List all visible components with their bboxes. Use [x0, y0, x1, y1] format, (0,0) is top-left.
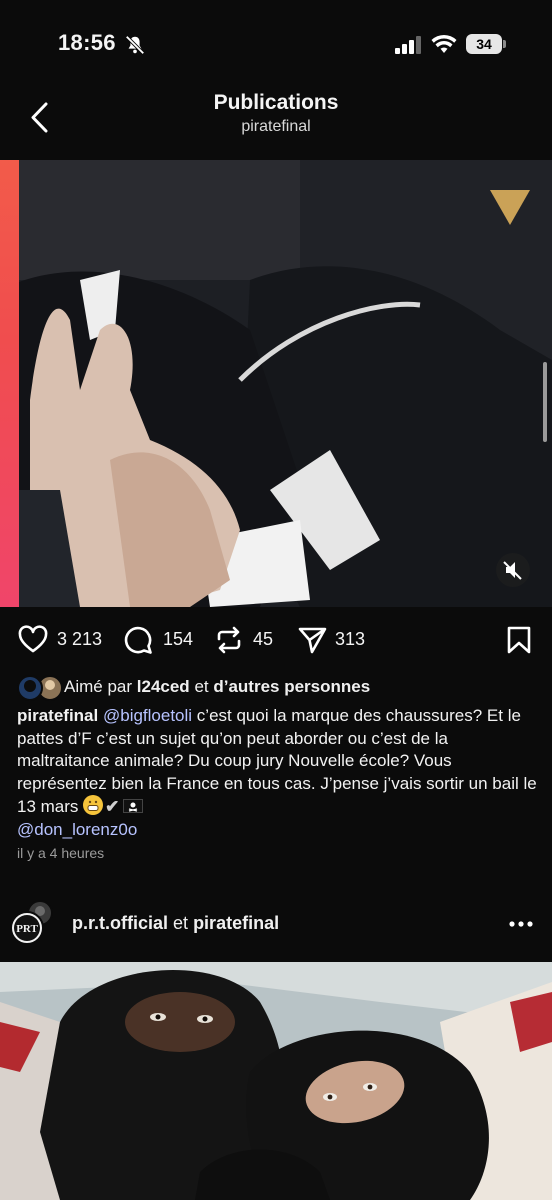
post2-image[interactable]	[0, 962, 552, 1200]
liked-by-conj: et	[194, 677, 209, 696]
post2-user-1[interactable]: p.r.t.official	[72, 913, 168, 933]
liked-by-user[interactable]: l24ced	[137, 677, 190, 696]
post2-user-2[interactable]: piratefinal	[193, 913, 279, 933]
post2-photo	[0, 962, 552, 1200]
bell-muted-icon	[125, 35, 145, 55]
post-video[interactable]	[0, 160, 552, 607]
post-caption: piratefinal @bigfloetoli c’est quoi la m…	[17, 705, 539, 841]
shares-count[interactable]: 313	[335, 629, 365, 650]
battery-tip	[503, 40, 506, 48]
likes-count[interactable]: 3 213	[57, 629, 102, 650]
wifi-icon	[431, 34, 457, 53]
post-timestamp: il y a 4 heures	[17, 845, 105, 861]
mute-icon[interactable]	[496, 553, 530, 587]
story-color-stripe	[0, 160, 19, 607]
liked-by-text[interactable]: Aimé par l24ced et d’autres personnes	[64, 677, 370, 697]
cellular-signal-icon	[395, 36, 421, 54]
caption-mention-2[interactable]: @don_lorenz0o	[17, 820, 137, 839]
video-frame	[0, 160, 552, 607]
caption-mention[interactable]: @bigfloetoli	[103, 706, 192, 725]
share-icon[interactable]	[296, 624, 328, 656]
pirate-flag-icon	[123, 799, 144, 813]
check-mark-icon: ✔	[105, 797, 120, 816]
post2-conj: et	[173, 913, 189, 933]
grinning-emoji-icon	[83, 795, 104, 815]
post2-avatar[interactable]: PRT	[10, 900, 56, 946]
reposts-count[interactable]: 45	[253, 629, 273, 650]
comments-count[interactable]: 154	[163, 629, 193, 650]
page-subtitle[interactable]: piratefinal	[0, 118, 552, 136]
repost-icon[interactable]	[213, 624, 245, 656]
caption-author[interactable]: piratefinal	[17, 706, 98, 725]
bookmark-icon[interactable]	[503, 624, 535, 656]
battery-indicator: 34	[466, 34, 502, 54]
svg-text:PRT: PRT	[16, 923, 38, 935]
page-title: Publications	[213, 91, 339, 114]
heart-icon[interactable]	[17, 624, 49, 656]
post2-authors: p.r.t.official et piratefinal	[72, 913, 279, 934]
more-options-icon[interactable]	[506, 914, 536, 934]
liked-by-avatars[interactable]	[17, 675, 63, 701]
comment-icon[interactable]	[122, 624, 154, 656]
liked-by-prefix: Aimé par	[64, 677, 133, 696]
scroll-indicator	[543, 362, 547, 442]
liked-by-others[interactable]: d’autres personnes	[213, 677, 370, 696]
status-bar: 18:56 34	[0, 0, 552, 90]
status-time: 18:56	[58, 30, 116, 55]
post-actions: 3 213 154 45 313	[0, 620, 552, 660]
